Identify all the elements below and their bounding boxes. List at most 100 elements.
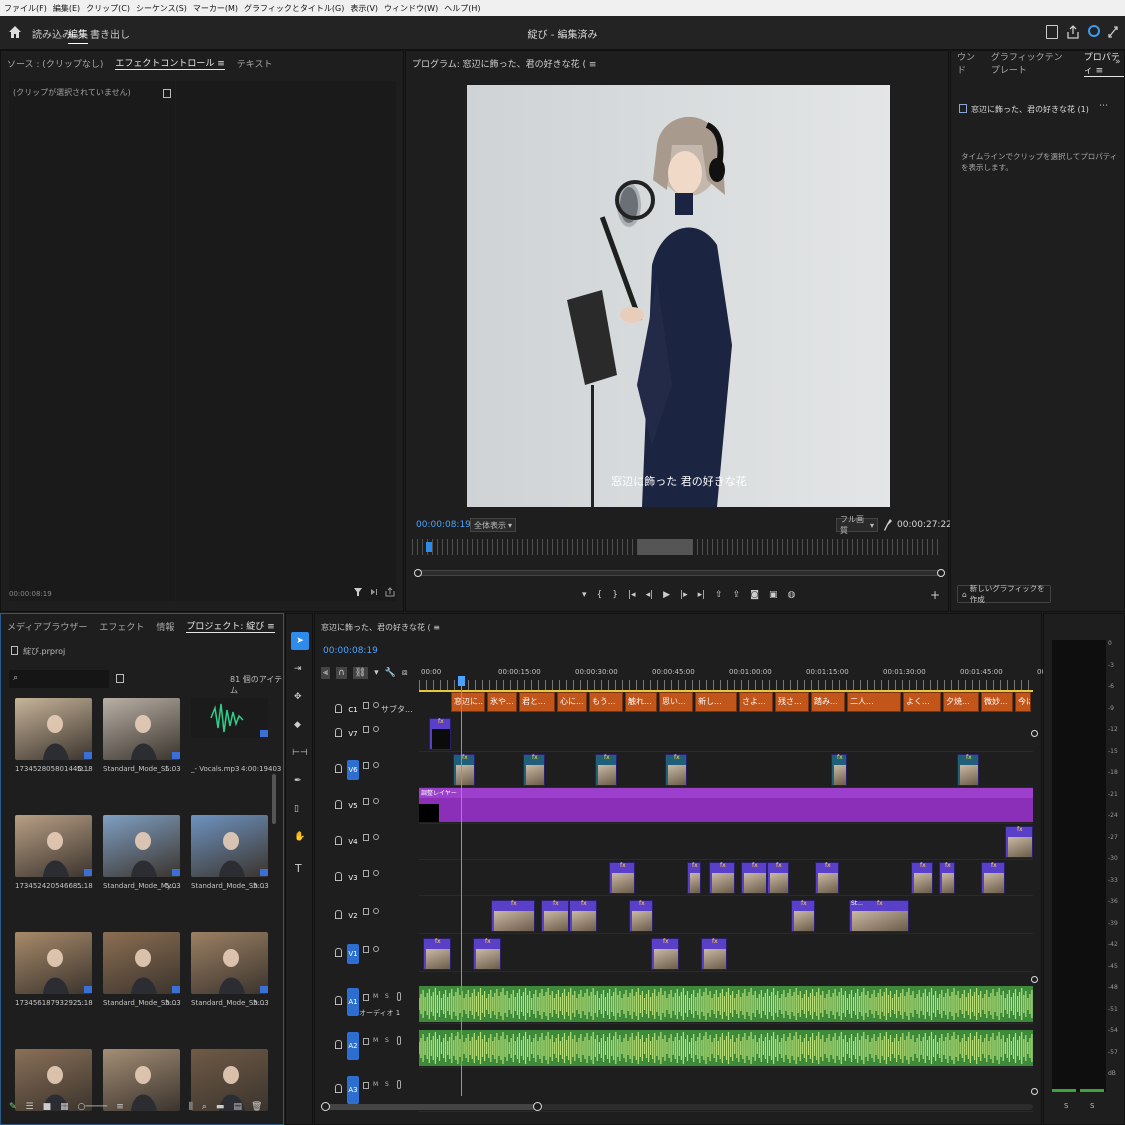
track-label[interactable]: V5 [347,796,359,816]
type-tool-icon[interactable]: T [295,862,302,875]
clip-thumbnail[interactable] [15,932,92,994]
eye-icon[interactable] [373,726,379,732]
video-clip[interactable]: fx [569,900,597,932]
video-clip[interactable]: fx [911,862,933,894]
playhead-line[interactable] [461,676,462,1096]
track-label[interactable]: A1 [347,988,359,1016]
caption-clip[interactable]: 窓辺に... [451,692,485,712]
menu-item[interactable]: 編集(E) [53,3,80,14]
sequence-tab[interactable]: 窓辺に飾った、君の好きな花 ( ≡ [321,622,440,633]
eye-icon[interactable] [373,762,379,768]
lift-icon[interactable]: ⇧ [715,590,723,600]
video-clip[interactable]: fx [981,862,1005,894]
caption-clip[interactable]: 二人... [847,692,901,712]
share-icon[interactable] [1067,25,1079,39]
playhead-handle[interactable] [458,676,465,686]
tab-sound[interactable]: ウンド [957,50,977,76]
caption-clip[interactable]: 微妙... [981,692,1013,712]
captions-icon[interactable]: ⧈ [402,668,408,678]
toggle-output-icon[interactable] [363,702,369,709]
list-view-icon[interactable]: ☰ [26,1102,34,1112]
program-monitor-title[interactable]: プログラム: 窓辺に飾った、君の好きな花 ( ≡ [412,57,596,70]
toggle-output-icon[interactable] [363,726,369,733]
track-label[interactable]: V6 [347,760,359,780]
sync-lock-icon[interactable] [363,994,369,1001]
toggle-output-icon[interactable] [363,798,369,805]
snap-icon[interactable]: ∩ [336,667,347,679]
track-label[interactable]: V4 [347,832,359,852]
caption-clip[interactable]: 思い... [659,692,693,712]
selection-tool-icon[interactable]: ➤ [291,632,309,650]
menu-item[interactable]: ファイル(F) [4,3,47,14]
solo-button[interactable]: S [385,993,389,1000]
eye-icon[interactable] [373,702,379,708]
sync-lock-icon[interactable] [363,1082,369,1089]
scroll-handle-left[interactable] [321,1102,330,1111]
video-clip[interactable]: fx [687,862,701,894]
panel-overflow-icon[interactable]: » [1115,57,1121,67]
new-graphic-button[interactable]: ⌂ 新しいグラフィックを作成 [957,584,1051,604]
video-frame[interactable]: 窓辺に飾った 君の好きな花 [467,85,890,507]
menu-item[interactable]: シーケンス(S) [136,3,187,14]
clip-thumbnail[interactable] [15,698,92,760]
caption-clip[interactable]: 君と... [519,692,555,712]
track-label[interactable]: A2 [347,1032,359,1060]
caption-clip[interactable]: 氷や... [487,692,517,712]
project-scrollbar[interactable] [272,774,276,824]
clip-thumbnail[interactable] [103,932,180,994]
lock-icon[interactable] [335,872,342,881]
video-clip[interactable]: fx [651,938,679,970]
hand-tool-icon[interactable]: ✋ [294,832,305,842]
new-bin-from-search-icon[interactable] [116,674,124,683]
slip-tool-icon[interactable]: ⊢⊣ [292,748,308,758]
mark-in-icon[interactable]: { [597,590,603,600]
solo-left[interactable]: S [1064,1102,1068,1110]
microphone-icon[interactable] [397,1080,401,1089]
video-clip[interactable]: fx [423,938,451,970]
mute-button[interactable]: M [373,1037,378,1044]
caption-clip[interactable]: 心に... [557,692,587,712]
tab-effect-controls[interactable]: エフェクトコントロール ≡ [115,56,225,70]
toggle-output-icon[interactable] [363,946,369,953]
time-ruler[interactable]: 00:00 00:00:15:00 00:00:30:00 00:00:45:00 00… [419,664,1053,690]
toggle-output-icon[interactable] [363,834,369,841]
video-clip[interactable]: fx [957,754,979,786]
icon-view-icon[interactable]: ■ [43,1102,52,1112]
video-clip[interactable]: fx [665,754,687,786]
caption-clip[interactable]: 今は... [1015,692,1031,712]
zoom-handle-right[interactable] [937,569,945,577]
caption-clip[interactable]: 残さ... [775,692,809,712]
lock-icon[interactable] [335,800,342,809]
go-to-in-icon[interactable]: |◂ [628,590,636,600]
add-button-icon[interactable]: + [930,588,940,602]
lock-icon[interactable] [335,948,342,957]
solo-button[interactable]: S [385,1081,389,1088]
quality-dropdown[interactable]: フル画質 ▾ [836,515,878,535]
tab-project[interactable]: プロジェクト: 綻び ≡ [186,619,275,633]
track-label[interactable]: V3 [347,868,359,888]
zoom-slider[interactable]: ○──── [78,1102,108,1112]
rectangle-tool-icon[interactable]: ▯ [294,804,299,814]
video-clip[interactable]: fx [709,862,735,894]
lock-icon[interactable] [335,1084,342,1093]
audio-thumbnail[interactable] [191,698,268,738]
menu-item[interactable]: グラフィックとタイトル(G) [244,3,344,14]
export-frame-icon[interactable] [385,587,395,597]
mark-out-icon[interactable]: } [612,590,618,600]
fullscreen-icon[interactable] [1107,25,1119,39]
clip-thumbnail[interactable] [15,815,92,877]
video-clip[interactable]: fx [595,754,617,786]
linked-selection-icon[interactable]: ⛓ [352,667,369,679]
extract-icon[interactable]: ⇪ [733,590,741,600]
video-clip[interactable]: fx [767,862,789,894]
eye-icon[interactable] [373,870,379,876]
solo-right[interactable]: S [1090,1102,1094,1110]
menu-item[interactable]: ウィンドウ(W) [384,3,438,14]
track-label[interactable]: A3 [347,1076,359,1104]
playhead-marker[interactable] [426,542,432,552]
menu-item[interactable]: 表示(V) [350,3,378,14]
caption-clip[interactable]: 夕焼... [943,692,979,712]
eye-icon[interactable] [373,908,379,914]
scroll-handle-right[interactable] [533,1102,542,1111]
timeline-scroll-thumb[interactable] [323,1104,537,1110]
